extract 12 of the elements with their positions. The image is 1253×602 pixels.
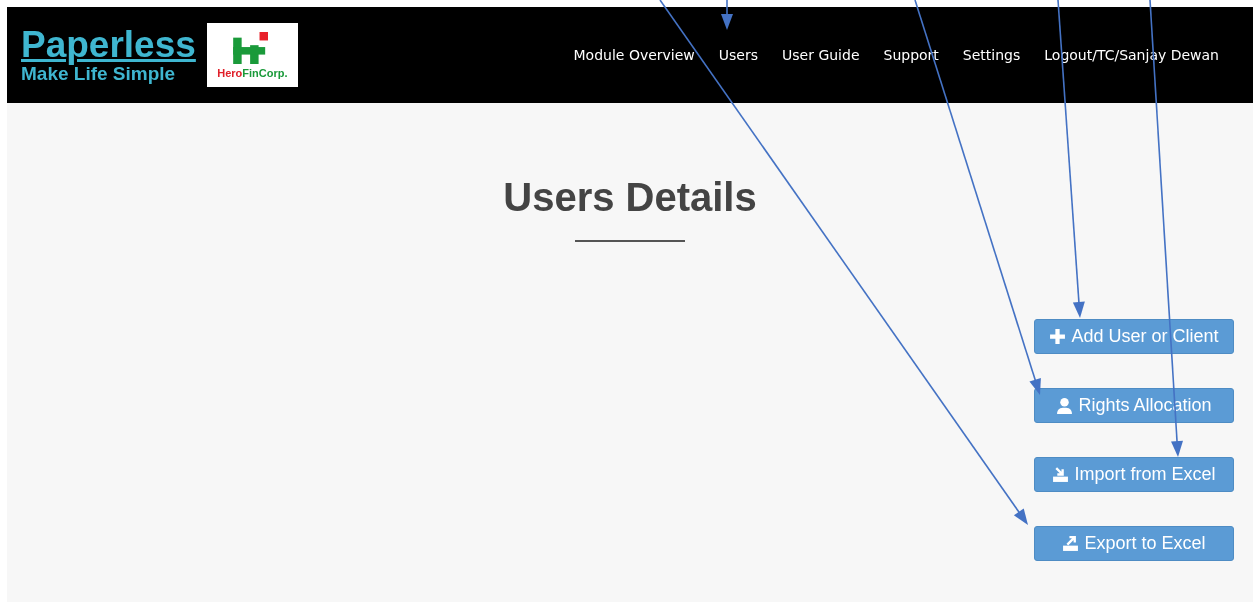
app-title[interactable]: Paperless <box>21 26 196 64</box>
nav-link[interactable]: User Guide <box>782 47 860 63</box>
app-tagline: Make Life Simple <box>21 64 176 84</box>
nav-link[interactable]: Module Overview <box>573 47 695 63</box>
plus-icon <box>1049 328 1067 345</box>
nav-link[interactable]: Users <box>718 47 759 63</box>
user-icon <box>1056 397 1074 414</box>
page-title: Users Details <box>503 175 757 220</box>
nav-link[interactable]: Settings <box>962 47 1021 63</box>
import-icon <box>1052 466 1070 483</box>
partner-logo-text: HeroFinCorp. <box>217 66 288 79</box>
export-icon <box>1062 535 1080 552</box>
